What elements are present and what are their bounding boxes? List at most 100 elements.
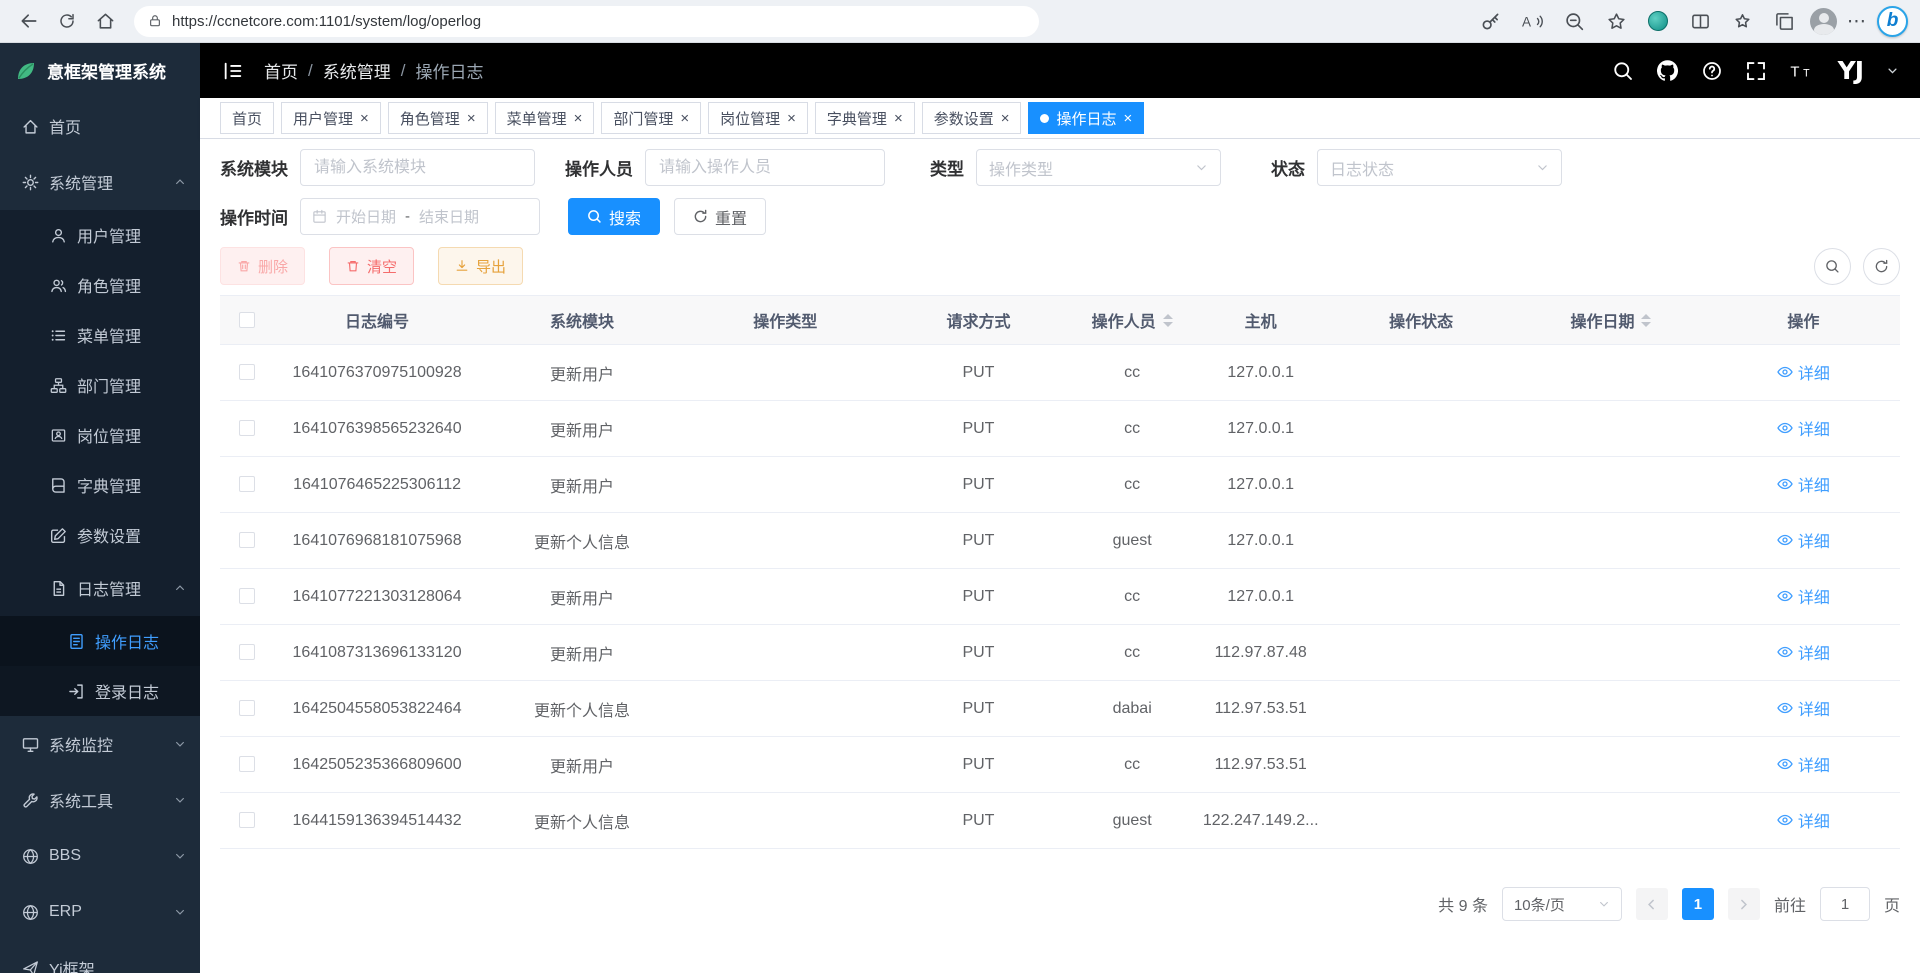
row-checkbox[interactable] (239, 476, 255, 492)
browser-address-bar[interactable]: https://ccnetcore.com:1101/system/log/op… (134, 6, 1039, 37)
detail-link[interactable]: 详细 (1777, 696, 1830, 720)
next-page-button[interactable] (1728, 888, 1760, 920)
sidebar-item-system-mgmt[interactable]: 系统管理 (0, 154, 200, 210)
col-date[interactable]: 操作日期 (1515, 296, 1707, 345)
tab-dict-mgmt[interactable]: 字典管理× (815, 102, 915, 134)
help-icon[interactable] (1702, 61, 1722, 81)
tab-close-icon[interactable]: × (1001, 111, 1010, 126)
tab-user-mgmt[interactable]: 用户管理× (281, 102, 381, 134)
detail-link[interactable]: 详细 (1777, 416, 1830, 440)
sidebar-item-dept-mgmt[interactable]: 部门管理 (0, 360, 200, 410)
split-screen-icon[interactable] (1684, 5, 1716, 37)
goto-page-input[interactable] (1820, 887, 1870, 921)
page-number-1[interactable]: 1 (1682, 888, 1714, 920)
sidebar-item-system-tools[interactable]: 系统工具 (0, 772, 200, 828)
favorites-bar-icon[interactable] (1726, 5, 1758, 37)
tab-home[interactable]: 首页 (220, 102, 274, 134)
row-checkbox[interactable] (239, 644, 255, 660)
extension-icon[interactable] (1642, 5, 1674, 37)
sidebar-fold-icon[interactable] (222, 60, 244, 82)
sidebar-item-param-settings[interactable]: 参数设置 (0, 510, 200, 560)
tab-dept-mgmt[interactable]: 部门管理× (601, 102, 701, 134)
row-checkbox[interactable] (239, 588, 255, 604)
prev-page-button[interactable] (1636, 888, 1668, 920)
export-button[interactable]: 导出 (438, 247, 523, 285)
row-checkbox[interactable] (239, 700, 255, 716)
detail-link[interactable]: 详细 (1777, 808, 1830, 832)
chevron-down-icon[interactable] (1887, 65, 1898, 76)
refresh-table-button[interactable] (1863, 248, 1900, 285)
read-aloud-icon[interactable]: A (1516, 5, 1548, 37)
toggle-search-button[interactable] (1814, 248, 1851, 285)
sidebar-item-post-mgmt[interactable]: 岗位管理 (0, 410, 200, 460)
sidebar-item-operation-log[interactable]: 操作日志 (0, 616, 200, 666)
favorite-star-icon[interactable] (1600, 5, 1632, 37)
page-size-select[interactable]: 10条/页 (1502, 887, 1622, 921)
tab-close-icon[interactable]: × (360, 111, 369, 126)
date-range-picker[interactable]: 开始日期 - 结束日期 (300, 198, 540, 235)
browser-refresh-button[interactable] (50, 4, 84, 38)
operator-input[interactable] (645, 149, 885, 186)
row-checkbox[interactable] (239, 532, 255, 548)
detail-link[interactable]: 详细 (1777, 752, 1830, 776)
row-checkbox[interactable] (239, 364, 255, 380)
sidebar-item-home[interactable]: 首页 (0, 98, 200, 154)
reset-button[interactable]: 重置 (674, 198, 766, 235)
fullscreen-icon[interactable] (1746, 61, 1766, 81)
sidebar-item-menu-mgmt[interactable]: 菜单管理 (0, 310, 200, 360)
sort-carets-icon[interactable] (1641, 314, 1651, 327)
row-checkbox[interactable] (239, 812, 255, 828)
tab-close-icon[interactable]: × (574, 111, 583, 126)
breadcrumb-home[interactable]: 首页 (264, 58, 298, 83)
detail-link[interactable]: 详细 (1777, 528, 1830, 552)
status-select[interactable]: 日志状态 (1317, 149, 1562, 186)
row-checkbox[interactable] (239, 756, 255, 772)
tab-param-settings[interactable]: 参数设置× (922, 102, 1022, 134)
sidebar-item-yi-framework[interactable]: Yi框架 (0, 940, 200, 973)
zoom-out-icon[interactable] (1558, 5, 1590, 37)
tab-post-mgmt[interactable]: 岗位管理× (708, 102, 808, 134)
detail-link[interactable]: 详细 (1777, 472, 1830, 496)
collections-icon[interactable] (1768, 5, 1800, 37)
browser-profile-avatar[interactable] (1810, 8, 1837, 35)
detail-link[interactable]: 详细 (1777, 640, 1830, 664)
tab-close-icon[interactable]: × (680, 111, 689, 126)
detail-link[interactable]: 详细 (1777, 360, 1830, 384)
clear-button[interactable]: 清空 (329, 247, 414, 285)
col-operator[interactable]: 操作人员 (1070, 296, 1194, 345)
password-key-icon[interactable] (1474, 5, 1506, 37)
sidebar-item-system-monitor[interactable]: 系统监控 (0, 716, 200, 772)
row-checkbox[interactable] (239, 420, 255, 436)
tab-close-icon[interactable]: × (894, 111, 903, 126)
tab-close-icon[interactable]: × (787, 111, 796, 126)
sidebar-item-erp[interactable]: ERP (0, 884, 200, 940)
tab-close-icon[interactable]: × (1124, 111, 1133, 126)
breadcrumb-system-mgmt[interactable]: 系统管理 (323, 58, 391, 83)
bing-icon[interactable]: b (1877, 6, 1908, 37)
search-button[interactable]: 搜索 (568, 198, 660, 235)
search-icon[interactable] (1613, 61, 1633, 81)
module-input[interactable] (300, 149, 535, 186)
sidebar-item-role-mgmt[interactable]: 角色管理 (0, 260, 200, 310)
tab-operation-log[interactable]: 操作日志× (1028, 102, 1144, 134)
sort-carets-icon[interactable] (1163, 314, 1173, 327)
tab-role-mgmt[interactable]: 角色管理× (388, 102, 488, 134)
select-all-checkbox[interactable] (239, 312, 255, 328)
sidebar-item-dict-mgmt[interactable]: 字典管理 (0, 460, 200, 510)
browser-back-button[interactable] (12, 4, 46, 38)
browser-home-button[interactable] (88, 4, 122, 38)
browser-menu-icon[interactable]: ⋯ (1847, 10, 1867, 33)
github-icon[interactable] (1657, 60, 1678, 81)
tab-menu-mgmt[interactable]: 菜单管理× (495, 102, 595, 134)
delete-button[interactable]: 删除 (220, 247, 305, 285)
tab-close-icon[interactable]: × (467, 111, 476, 126)
sidebar-item-login-log[interactable]: 登录日志 (0, 666, 200, 716)
sidebar-item-log-mgmt[interactable]: 日志管理 (0, 560, 200, 616)
yj-logo[interactable]: YJ (1838, 56, 1863, 85)
sidebar-item-bbs[interactable]: BBS (0, 828, 200, 884)
detail-link[interactable]: 详细 (1777, 584, 1830, 608)
font-size-icon[interactable]: TT (1790, 62, 1814, 79)
app-logo[interactable]: 意框架管理系统 (0, 43, 200, 98)
type-select[interactable]: 操作类型 (976, 149, 1221, 186)
sidebar-item-user-mgmt[interactable]: 用户管理 (0, 210, 200, 260)
